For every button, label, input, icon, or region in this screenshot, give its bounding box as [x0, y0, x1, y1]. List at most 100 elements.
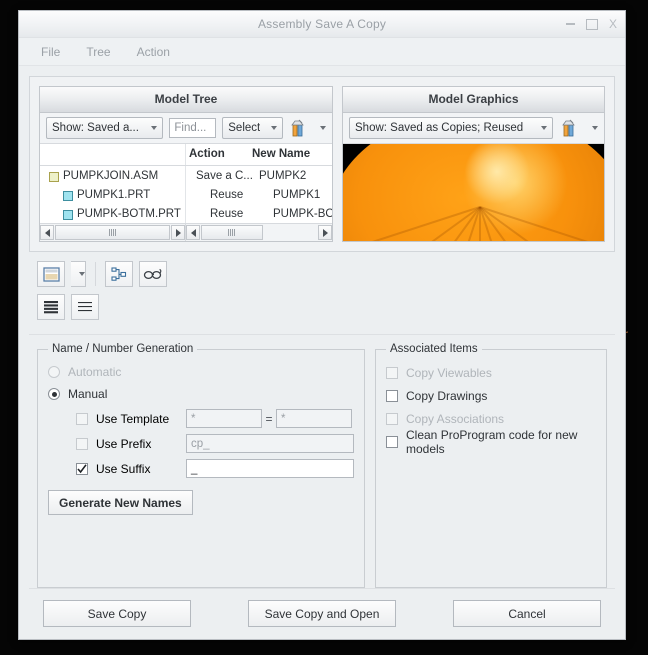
graphics-show-combo[interactable]: Show: Saved as Copies; Reused	[349, 117, 553, 139]
scroll-right-button[interactable]	[318, 225, 332, 240]
associated-items-group: Associated Items Copy Viewables Copy Dra…	[375, 343, 607, 588]
use-suffix-label: Use Suffix	[96, 461, 151, 476]
panel-layout-dropdown[interactable]	[71, 261, 86, 287]
menu-file[interactable]: File	[41, 45, 60, 59]
tree-row-new-name: PUMPK1	[273, 188, 321, 201]
scroll-left-button[interactable]	[40, 225, 54, 240]
pumpkin-model	[343, 144, 604, 241]
copy-associations-label: Copy Associations	[406, 411, 505, 426]
tree-node-label: PUMPK-BOTM.PRT	[77, 207, 181, 220]
tools-icon[interactable]	[559, 117, 579, 139]
panels-container: Model Tree Show: Saved a... Find... Sele…	[29, 76, 615, 252]
window-controls: X	[565, 11, 617, 37]
copy-associations-checkbox[interactable]	[386, 412, 398, 425]
scrollbar-thumb[interactable]	[55, 225, 170, 240]
model-tree-panel: Model Tree Show: Saved a... Find... Sele…	[39, 86, 333, 242]
table-row[interactable]: PUMPK-BOTM.PRT Reuse PUMPK-BOTM	[40, 204, 332, 223]
options-groups: Name / Number Generation Automatic Manua…	[29, 335, 615, 588]
chevron-down-icon	[541, 126, 547, 130]
dialog-footer: Save Copy Save Copy and Open Cancel	[29, 588, 615, 639]
view-toolbar-row-1	[37, 261, 607, 287]
name-option-rows: Use Template * = * Use Prefix cp_ Use Su…	[48, 407, 354, 480]
tools-dropdown-icon[interactable]	[592, 126, 598, 130]
model-graphics-header: Model Graphics	[343, 87, 604, 113]
view-toolbar-row-2	[37, 294, 607, 320]
tree-rows: PUMPKJOIN.ASM Save a C... PUMPK2 PUMPK1.…	[40, 166, 332, 223]
tree-row-new-name: PUMPK2	[259, 169, 307, 182]
use-prefix-checkbox[interactable]	[76, 437, 88, 450]
clean-proprogram-label: Clean ProProgram code for new models	[406, 427, 578, 456]
template-equals-sign: =	[265, 411, 273, 426]
template-pattern-input[interactable]: *	[186, 409, 262, 428]
glasses-button[interactable]	[139, 261, 167, 287]
column-header-new-name: New Name	[252, 148, 311, 160]
use-template-checkbox[interactable]	[76, 412, 88, 425]
model-graphics-toolbar: Show: Saved as Copies; Reused	[343, 113, 604, 144]
tools-dropdown-icon[interactable]	[319, 126, 326, 130]
list-sparse-button[interactable]	[71, 294, 99, 320]
tools-icon[interactable]	[289, 117, 307, 139]
suffix-input[interactable]: _	[186, 459, 354, 478]
prefix-input[interactable]: cp_	[186, 434, 354, 453]
tree-show-combo[interactable]: Show: Saved a...	[46, 117, 164, 139]
use-prefix-option[interactable]: Use Prefix	[76, 437, 186, 451]
close-icon[interactable]: X	[609, 18, 617, 30]
scroll-right-button[interactable]	[171, 225, 185, 240]
copy-viewables-option[interactable]: Copy Viewables	[386, 361, 596, 384]
save-copy-button[interactable]: Save Copy	[43, 600, 191, 627]
tree-node-label: PUMPK1.PRT	[77, 188, 151, 201]
use-template-option[interactable]: Use Template	[76, 412, 186, 426]
use-suffix-row: Use Suffix _	[48, 457, 354, 480]
use-prefix-label: Use Prefix	[96, 436, 152, 451]
assembly-icon	[48, 170, 61, 182]
use-suffix-checkbox[interactable]	[76, 462, 88, 475]
model-tree-toolbar: Show: Saved a... Find... Select	[40, 113, 332, 144]
tree-structure-button[interactable]	[105, 261, 133, 287]
part-icon	[62, 208, 75, 220]
radio-automatic-label: Automatic	[68, 365, 122, 379]
use-suffix-option[interactable]: Use Suffix	[76, 462, 186, 476]
horizontal-scrollbar-left[interactable]	[40, 224, 186, 241]
clean-proprogram-option[interactable]: Clean ProProgram code for new models	[386, 427, 596, 456]
minimize-icon[interactable]	[565, 23, 575, 25]
template-replacement-input[interactable]: *	[276, 409, 352, 428]
scroll-left-button[interactable]	[186, 225, 200, 240]
clean-proprogram-checkbox[interactable]	[386, 435, 398, 448]
save-copy-and-open-button[interactable]: Save Copy and Open	[248, 600, 396, 627]
list-dense-button[interactable]	[37, 294, 65, 320]
find-input[interactable]: Find...	[169, 118, 217, 138]
table-row[interactable]: PUMPKJOIN.ASM Save a C... PUMPK2	[40, 166, 332, 185]
model-graphics-viewport[interactable]	[343, 144, 604, 241]
use-template-row: Use Template * = *	[48, 407, 354, 430]
tree-row-action: Reuse	[210, 188, 244, 201]
maximize-icon[interactable]	[585, 18, 598, 30]
chevron-down-icon	[78, 272, 85, 276]
copy-drawings-checkbox[interactable]	[386, 389, 398, 402]
tree-row-action: Reuse	[210, 207, 244, 220]
select-button[interactable]: Select	[222, 117, 284, 139]
generate-new-names-button[interactable]: Generate New Names	[48, 490, 193, 515]
menu-tree[interactable]: Tree	[86, 45, 110, 59]
title-bar: Assembly Save A Copy X	[19, 11, 625, 38]
desktop-background: Assembly Save A Copy X File Tree Action …	[0, 0, 648, 655]
table-row[interactable]: PUMPK1.PRT Reuse PUMPK1	[40, 185, 332, 204]
window-title: Assembly Save A Copy	[257, 17, 387, 31]
menu-action[interactable]: Action	[137, 45, 170, 59]
associated-items-legend: Associated Items	[390, 343, 478, 355]
scrollbar-thumb[interactable]	[201, 225, 263, 240]
tree-scrollbars	[40, 223, 332, 241]
copy-drawings-option[interactable]: Copy Drawings	[386, 384, 596, 407]
tree-column-headers: Action New Name	[40, 144, 332, 166]
horizontal-scrollbar-right[interactable]	[186, 224, 332, 241]
model-tree-header: Model Tree	[40, 87, 332, 113]
copy-viewables-label: Copy Viewables	[406, 365, 492, 380]
cancel-button[interactable]: Cancel	[453, 600, 601, 627]
radio-manual[interactable]: Manual	[48, 383, 354, 405]
name-generation-legend: Name / Number Generation	[52, 343, 194, 355]
radio-manual-label: Manual	[68, 387, 108, 401]
panel-layout-button[interactable]	[37, 261, 65, 287]
radio-automatic[interactable]: Automatic	[48, 361, 354, 383]
copy-viewables-checkbox[interactable]	[386, 366, 398, 379]
column-header-name	[40, 144, 186, 165]
copy-drawings-label: Copy Drawings	[406, 388, 488, 403]
